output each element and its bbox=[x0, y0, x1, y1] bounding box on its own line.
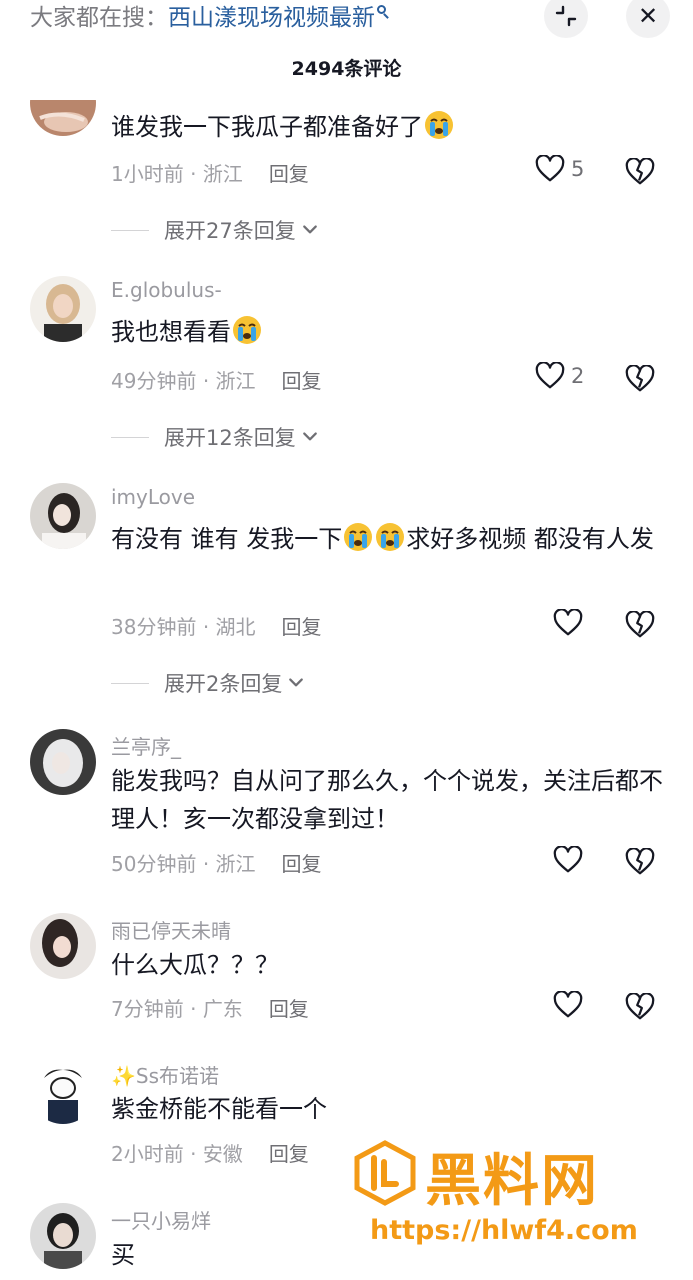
dislike-icon[interactable] bbox=[625, 848, 655, 876]
comment-time: 1小时前 bbox=[111, 162, 184, 186]
heart-icon bbox=[553, 991, 583, 1019]
comment-location: 广东 bbox=[202, 997, 243, 1021]
comment-username[interactable]: 一只小易烊 bbox=[111, 1205, 211, 1234]
avatar[interactable] bbox=[30, 913, 96, 979]
comment-location: 浙江 bbox=[215, 852, 256, 876]
crying-emoji-icon bbox=[232, 315, 262, 345]
comment-meta: 38分钟前 · 湖北 回复 bbox=[111, 615, 322, 639]
reply-button[interactable]: 回复 bbox=[269, 162, 309, 186]
search-hint[interactable]: 大家都在搜：西山漾现场视频最新 bbox=[30, 2, 390, 34]
avatar[interactable] bbox=[30, 1203, 96, 1269]
like-count: 5 bbox=[571, 157, 585, 181]
search-icon bbox=[376, 5, 390, 19]
heart-icon bbox=[553, 846, 583, 874]
reply-button[interactable]: 回复 bbox=[269, 997, 309, 1021]
comment-time: 49分钟前 bbox=[111, 369, 197, 393]
comment-username[interactable]: 兰亭序_ bbox=[111, 731, 181, 760]
crying-emoji-icon bbox=[375, 522, 405, 552]
like-count: 2 bbox=[571, 364, 585, 388]
comment-username[interactable]: ✨Ss布诺诺 bbox=[111, 1060, 219, 1089]
comment-meta: 1小时前 · 浙江 回复 bbox=[111, 162, 309, 186]
search-hint-term[interactable]: 西山漾现场视频最新 bbox=[168, 5, 375, 31]
comment-location: 浙江 bbox=[215, 369, 256, 393]
search-hint-prefix: 大家都在搜： bbox=[30, 5, 168, 31]
dislike-icon[interactable] bbox=[625, 158, 655, 186]
comment-meta: 50分钟前 · 浙江 回复 bbox=[111, 852, 322, 876]
watermark-text: 黑料网 bbox=[425, 1149, 599, 1214]
heart-icon bbox=[535, 362, 565, 390]
watermark-url: https://hlwf4.com bbox=[370, 1215, 638, 1246]
dislike-icon[interactable] bbox=[625, 365, 655, 393]
heart-icon bbox=[553, 609, 583, 637]
avatar[interactable] bbox=[30, 276, 96, 342]
chevron-down-icon bbox=[302, 431, 318, 443]
like-button[interactable]: 2 bbox=[535, 362, 584, 390]
reply-button[interactable]: 回复 bbox=[282, 369, 322, 393]
avatar[interactable] bbox=[30, 1058, 96, 1124]
comment-meta: 7分钟前 · 广东 回复 bbox=[111, 997, 309, 1021]
comment-text: 紫金桥能不能看一个 bbox=[111, 1095, 327, 1123]
expand-replies-button[interactable]: 展开12条回复 bbox=[111, 422, 318, 452]
comment-username[interactable]: imyLove bbox=[111, 485, 195, 509]
chevron-down-icon bbox=[302, 224, 318, 236]
reply-button[interactable]: 回复 bbox=[282, 615, 322, 639]
like-button[interactable]: 5 bbox=[535, 155, 584, 183]
comment-meta: 49分钟前 · 浙江 回复 bbox=[111, 369, 322, 393]
crying-emoji-icon bbox=[424, 110, 454, 140]
avatar[interactable] bbox=[30, 483, 96, 549]
comment-username[interactable]: E.globulus- bbox=[111, 278, 222, 302]
like-button[interactable] bbox=[553, 846, 583, 874]
comment-time: 38分钟前 bbox=[111, 615, 197, 639]
chevron-down-icon bbox=[288, 677, 304, 689]
comment-time: 7分钟前 bbox=[111, 997, 184, 1021]
reply-button[interactable]: 回复 bbox=[269, 1142, 309, 1166]
like-button[interactable] bbox=[553, 991, 583, 1019]
collapse-icon bbox=[555, 5, 577, 27]
watermark-logo bbox=[354, 1140, 416, 1206]
collapse-button[interactable] bbox=[544, 0, 588, 38]
close-button[interactable]: ✕ bbox=[626, 0, 670, 38]
expand-replies-button[interactable]: 展开2条回复 bbox=[111, 668, 304, 698]
reply-button[interactable]: 回复 bbox=[282, 852, 322, 876]
heart-icon bbox=[535, 155, 565, 183]
comment-text: 谁发我一下我瓜子都准备好了 bbox=[111, 108, 666, 146]
comment-location: 浙江 bbox=[202, 162, 243, 186]
comment-text: 我也想看看 bbox=[111, 313, 666, 351]
comment-text: 能发我吗？自从问了那么久，个个说发，关注后都不理人！亥一次都没拿到过！ bbox=[111, 767, 663, 833]
comment-username[interactable]: 雨已停天未晴 bbox=[111, 915, 231, 944]
comment-location: 安徽 bbox=[202, 1142, 243, 1166]
comment-count: 2494条评论 bbox=[291, 58, 402, 80]
comment-location: 湖北 bbox=[215, 615, 256, 639]
crying-emoji-icon bbox=[343, 522, 373, 552]
comment-meta: 2小时前 · 安徽 回复 bbox=[111, 1142, 309, 1166]
dislike-icon[interactable] bbox=[625, 993, 655, 1021]
like-button[interactable] bbox=[553, 609, 583, 637]
comment-text: 有没有 谁有 发我一下 求好多视频 都没有人发 bbox=[111, 520, 666, 558]
comment-time: 2小时前 bbox=[111, 1142, 184, 1166]
dislike-icon[interactable] bbox=[625, 611, 655, 639]
comment-text: 什么大瓜？？？ bbox=[111, 951, 279, 979]
close-icon: ✕ bbox=[637, 2, 659, 30]
expand-replies-button[interactable]: 展开27条回复 bbox=[111, 215, 318, 245]
comment-time: 50分钟前 bbox=[111, 852, 197, 876]
avatar[interactable] bbox=[30, 729, 96, 795]
top-bar: 大家都在搜：西山漾现场视频最新 ✕ bbox=[0, 0, 693, 44]
sparkles-icon: ✨ bbox=[111, 1064, 136, 1088]
